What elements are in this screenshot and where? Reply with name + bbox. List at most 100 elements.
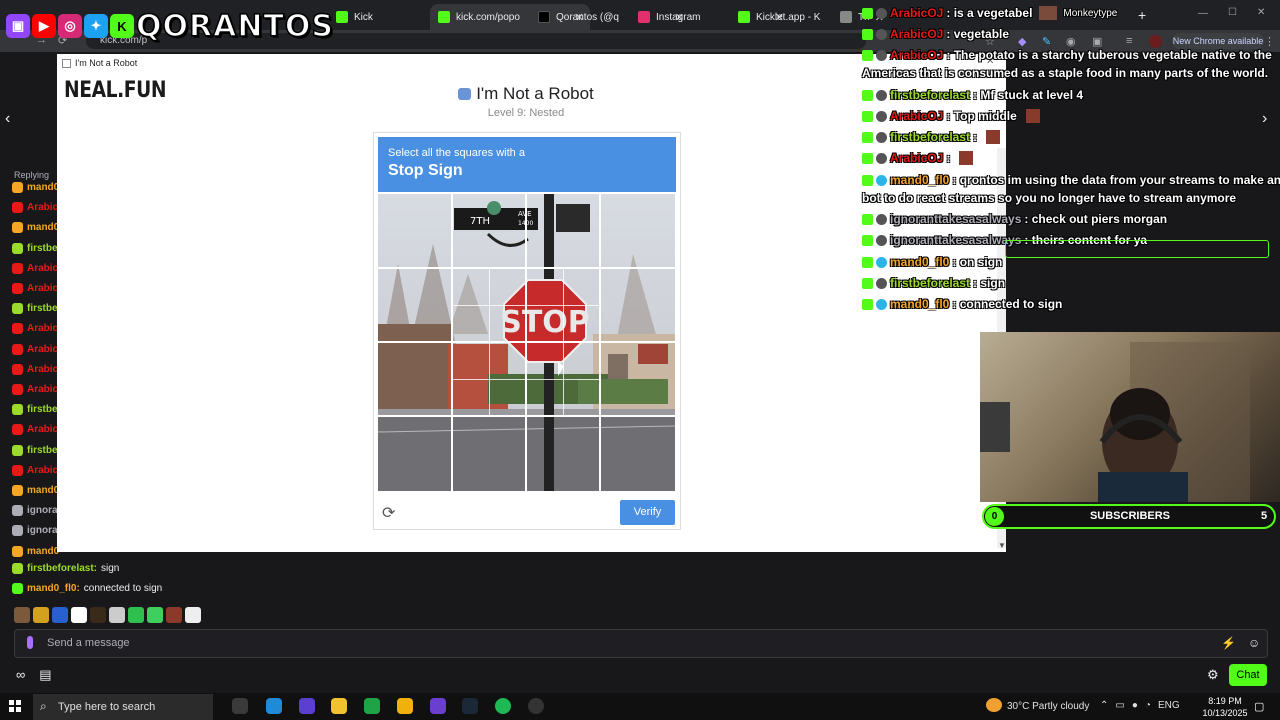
- chat-username[interactable]: Arabic: [27, 384, 58, 395]
- chat-message: Arabic: [12, 384, 58, 395]
- emote-icon[interactable]: [71, 607, 87, 623]
- chat-text: : vegetable: [946, 27, 1010, 41]
- emote-bar: [14, 607, 201, 623]
- badge-icon: [12, 525, 23, 537]
- puzzle-icon[interactable]: ▣: [1092, 35, 1102, 48]
- chat-username[interactable]: mand0_fl0:: [27, 583, 80, 594]
- smile-icon[interactable]: ☺: [1248, 636, 1260, 650]
- infinity-icon[interactable]: ∞: [16, 667, 25, 683]
- chat-username[interactable]: Arabic: [27, 424, 58, 435]
- new-tab-button[interactable]: +: [1138, 7, 1146, 23]
- language-indicator[interactable]: ENG: [1158, 700, 1180, 711]
- badge-icon: [12, 444, 23, 456]
- refresh-icon[interactable]: ⟳: [382, 503, 395, 523]
- chat-username[interactable]: mand0: [27, 546, 59, 557]
- chat-username[interactable]: firstbe: [27, 404, 58, 415]
- system-tray: ⌃ ▭ ● ◔ ENG: [1100, 700, 1180, 711]
- steam-icon[interactable]: [462, 698, 478, 714]
- chat-username[interactable]: Arabic: [27, 465, 58, 476]
- emote-icon[interactable]: [166, 607, 182, 623]
- emote-icon[interactable]: [90, 607, 106, 623]
- audio-icon[interactable]: ◉: [1066, 35, 1076, 48]
- clock[interactable]: 8:19 PM 10/13/2025: [1200, 695, 1250, 719]
- chat-username[interactable]: mand0: [27, 182, 59, 193]
- chevron-left-icon[interactable]: ‹: [5, 110, 10, 128]
- volume-icon[interactable]: ◔: [1145, 700, 1151, 711]
- avatar: [876, 7, 887, 19]
- reading-list-icon[interactable]: ≡: [1126, 35, 1132, 47]
- menu-icon[interactable]: ⋮: [1264, 35, 1275, 48]
- close-window-button[interactable]: ✕: [1257, 7, 1265, 18]
- badge-icon: [12, 202, 23, 214]
- site-logo[interactable]: NEAL.FUN: [64, 78, 167, 103]
- kick-badge-icon: [862, 7, 873, 19]
- overlay-chat-message: mand0_fl0: on sign: [862, 255, 1002, 269]
- network-icon[interactable]: ▭: [1115, 700, 1124, 711]
- weather-text[interactable]: 30°C Partly cloudy: [1007, 701, 1089, 712]
- task-view-icon[interactable]: [232, 698, 248, 714]
- translate-icon[interactable]: ✎: [1042, 35, 1051, 48]
- chrome-icon[interactable]: [397, 698, 413, 714]
- verify-button[interactable]: Verify: [620, 500, 675, 525]
- chat-username[interactable]: Arabic: [27, 202, 58, 213]
- gift-icon[interactable]: ▤: [39, 667, 51, 683]
- mic-icon[interactable]: [27, 636, 33, 649]
- chat-message: Arabic: [12, 202, 58, 214]
- notification-icon[interactable]: ▢: [1254, 700, 1264, 713]
- profile-avatar[interactable]: [1149, 35, 1162, 48]
- chat-username[interactable]: Arabic: [27, 283, 58, 294]
- spotify-icon[interactable]: [495, 698, 511, 714]
- badge-icon: [12, 323, 23, 335]
- chat-username[interactable]: firstbe: [27, 445, 58, 456]
- emote-icon[interactable]: [128, 607, 144, 623]
- chat-message: Arabic: [12, 363, 58, 375]
- avatar: [876, 256, 887, 268]
- chat-username[interactable]: mand0: [27, 222, 59, 233]
- captcha-image-grid[interactable]: 7TH AVE 1400 STOP: [378, 194, 675, 491]
- stream-logo: ▣ ▶ ◎ ✦ K QORANTOS: [6, 6, 334, 46]
- emote-picker-icon[interactable]: ⚡: [1221, 636, 1236, 650]
- chat-input[interactable]: [14, 629, 1268, 658]
- avatar: [876, 174, 887, 186]
- avatar: [876, 49, 887, 61]
- emote-icon[interactable]: [52, 607, 68, 623]
- emote-icon[interactable]: [185, 607, 201, 623]
- emote-icon[interactable]: [14, 607, 30, 623]
- chat-message: firstbe: [12, 242, 58, 254]
- emote-icon[interactable]: [109, 607, 125, 623]
- chat-username[interactable]: Arabic: [27, 323, 58, 334]
- chat-message: Arabic: [12, 464, 58, 476]
- app-icon[interactable]: [430, 698, 446, 714]
- chevron-down-icon[interactable]: ▼: [998, 541, 1006, 550]
- captcha-target: Stop Sign: [388, 162, 463, 179]
- chat-username[interactable]: firstbe: [27, 243, 58, 254]
- chat-message: firstbe: [12, 303, 58, 315]
- new-chrome-available-button[interactable]: New Chrome available: [1172, 33, 1264, 49]
- chat-username[interactable]: Arabic: [27, 263, 58, 274]
- replying-label: Replying: [14, 170, 50, 180]
- app-icon[interactable]: [299, 698, 315, 714]
- taskbar-search-placeholder: Type here to search: [58, 701, 156, 713]
- copilot-icon[interactable]: [266, 698, 282, 714]
- chevron-up-icon[interactable]: ⌃: [1100, 700, 1108, 711]
- emote-icon[interactable]: [33, 607, 49, 623]
- minimize-button[interactable]: —: [1198, 8, 1208, 19]
- chat-username[interactable]: firstbe: [27, 303, 58, 314]
- windows-start-icon[interactable]: [9, 700, 21, 712]
- file-explorer-icon[interactable]: [331, 698, 347, 714]
- chat-username[interactable]: Arabic: [27, 344, 58, 355]
- chevron-right-icon[interactable]: ›: [1262, 110, 1267, 128]
- maximize-button[interactable]: ☐: [1228, 7, 1237, 18]
- chat-username[interactable]: Arabic: [27, 364, 58, 375]
- extension-icon[interactable]: ◆: [1018, 35, 1026, 48]
- chat-username[interactable]: firstbeforelast:: [27, 563, 97, 574]
- chrome-icon[interactable]: [364, 698, 380, 714]
- emote-icon[interactable]: [147, 607, 163, 623]
- chat-username[interactable]: mand0: [27, 485, 59, 496]
- chat-send-button[interactable]: Chat: [1229, 664, 1267, 686]
- kick-badge-icon: [862, 298, 873, 310]
- obs-icon[interactable]: [528, 698, 544, 714]
- gear-icon[interactable]: ⚙: [1207, 667, 1219, 683]
- streamer-name: QORANTOS: [135, 8, 335, 45]
- mic-icon[interactable]: ●: [1132, 700, 1138, 711]
